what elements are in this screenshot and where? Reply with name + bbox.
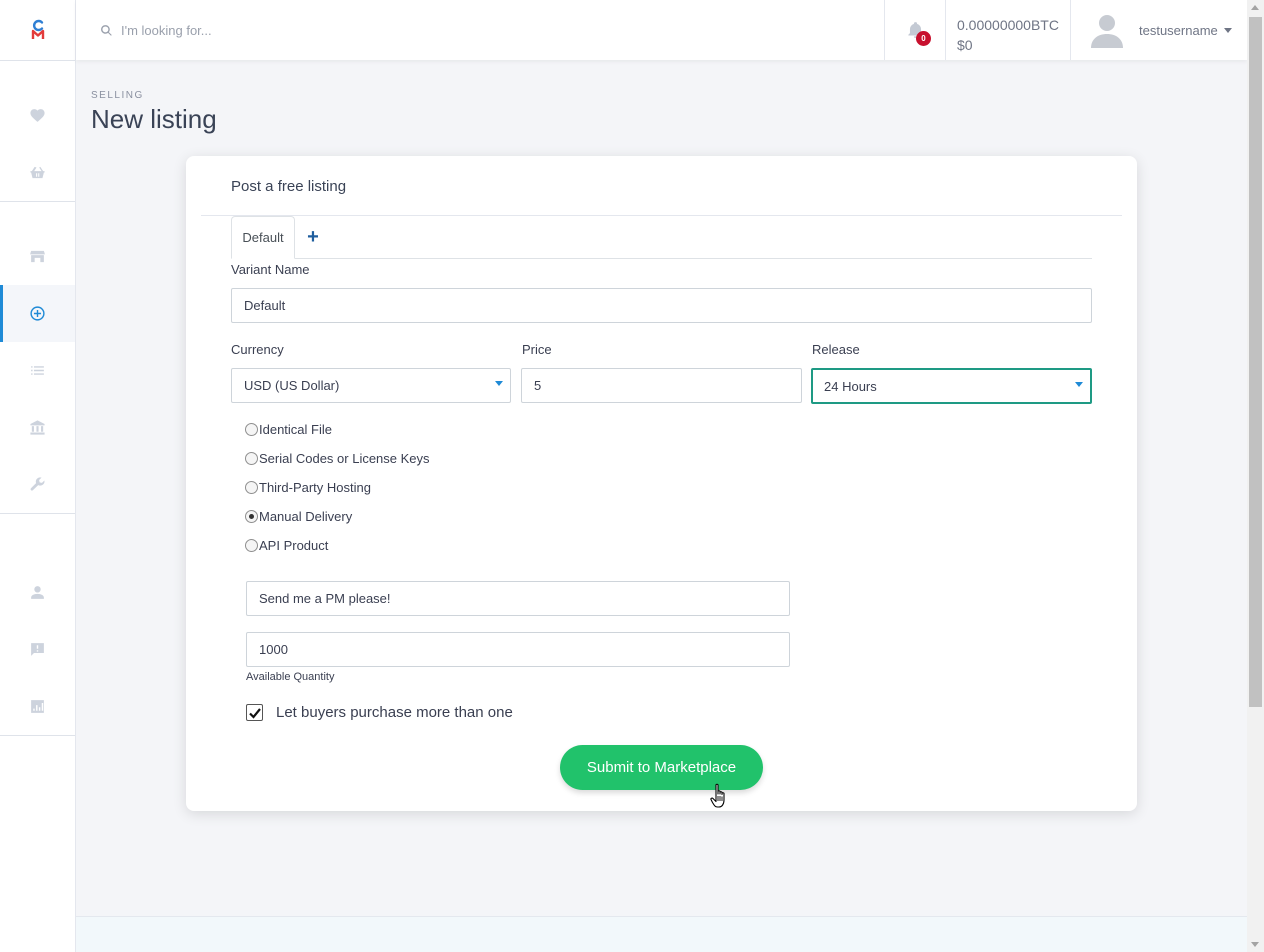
price-label: Price: [522, 342, 552, 357]
multi-purchase-checkbox[interactable]: [246, 704, 263, 721]
listing-form-card: Post a free listing Default + Variant Na…: [186, 156, 1137, 811]
radio-button[interactable]: [245, 452, 258, 465]
delivery-option-api-product[interactable]: API Product: [245, 538, 328, 553]
hand-cursor-icon: [710, 783, 725, 808]
search-input[interactable]: [121, 22, 521, 38]
delivery-option-label: API Product: [259, 538, 329, 553]
search-bar: [76, 0, 884, 60]
submit-to-marketplace-button[interactable]: Submit to Marketplace: [560, 745, 763, 790]
plus-circle-icon: [30, 306, 45, 321]
logo[interactable]: [0, 0, 75, 60]
bank-icon: [30, 420, 45, 435]
sidebar-item-tools[interactable]: [0, 456, 75, 513]
scroll-thumb[interactable]: [1249, 17, 1262, 707]
card-title: Post a free listing: [231, 178, 347, 195]
search-icon: [101, 24, 112, 36]
chevron-down-icon: [1223, 27, 1232, 33]
currency-select[interactable]: USD (US Dollar): [231, 368, 511, 403]
sidebar-divider: [0, 513, 75, 564]
release-select[interactable]: 24 Hours: [811, 368, 1092, 404]
list-icon: [31, 366, 44, 375]
delivery-option-label: Serial Codes or License Keys: [259, 451, 430, 466]
tab-default[interactable]: Default: [231, 216, 295, 259]
notifications-button[interactable]: 0: [884, 0, 945, 60]
scroll-up-arrow-icon[interactable]: [1251, 5, 1259, 10]
user-menu[interactable]: testusername: [1070, 0, 1247, 60]
manual-delivery-message-input[interactable]: Send me a PM please!: [246, 581, 790, 616]
multi-purchase-label: Let buyers purchase more than one: [276, 704, 513, 721]
topbar: 0 0.00000000BTC $0 testusername: [76, 0, 1247, 60]
chevron-down-icon: [495, 381, 503, 386]
basket-icon: [30, 166, 45, 179]
sidebar: [0, 0, 76, 952]
sidebar-item-listings[interactable]: [0, 342, 75, 399]
balance-usd: $0: [957, 37, 973, 53]
radio-button[interactable]: [245, 423, 258, 436]
page-scrollbar[interactable]: [1247, 0, 1264, 952]
sidebar-divider: [0, 60, 75, 87]
chart-icon: [31, 700, 44, 713]
delivery-option-label: Third-Party Hosting: [259, 480, 371, 495]
sidebar-item-messages[interactable]: [0, 621, 75, 678]
wallet-balance[interactable]: 0.00000000BTC $0: [945, 0, 1070, 60]
wrench-icon: [30, 477, 45, 491]
sidebar-item-stats[interactable]: [0, 678, 75, 735]
footer-band: [76, 916, 1247, 952]
release-label: Release: [812, 342, 860, 357]
multi-purchase-option[interactable]: Let buyers purchase more than one: [246, 704, 513, 721]
username: testusername: [1139, 22, 1218, 38]
delivery-option-identical-file[interactable]: Identical File: [245, 422, 332, 437]
notification-count-badge: 0: [916, 31, 931, 46]
store-icon: [30, 250, 45, 263]
chevron-down-icon: [1075, 382, 1083, 387]
page-overline: SELLING: [91, 90, 144, 101]
sidebar-item-profile[interactable]: [0, 564, 75, 621]
variant-name-input[interactable]: Default: [231, 288, 1092, 323]
sidebar-item-purchases[interactable]: [0, 144, 75, 201]
delivery-option-serial-codes[interactable]: Serial Codes or License Keys: [245, 451, 430, 466]
delivery-option-label: Identical File: [259, 422, 332, 437]
checkmark-icon: [248, 707, 261, 719]
heart-icon: [30, 109, 45, 122]
user-icon: [31, 586, 44, 599]
price-input[interactable]: 5: [521, 368, 802, 403]
quantity-label: Available Quantity: [246, 671, 335, 683]
release-value: 24 Hours: [824, 378, 877, 394]
radio-button[interactable]: [245, 539, 258, 552]
quantity-input[interactable]: 1000: [246, 632, 790, 667]
sidebar-item-new-listing[interactable]: [0, 285, 75, 342]
add-variant-button[interactable]: +: [303, 226, 323, 248]
delivery-option-third-party-hosting[interactable]: Third-Party Hosting: [245, 480, 371, 495]
page-title: New listing: [91, 104, 217, 134]
sidebar-item-bank[interactable]: [0, 399, 75, 456]
sidebar-item-favorites[interactable]: [0, 87, 75, 144]
avatar: [1091, 15, 1123, 48]
sidebar-divider: [0, 735, 75, 736]
balance-btc: 0.00000000BTC: [957, 17, 1059, 33]
delivery-option-manual-delivery[interactable]: Manual Delivery: [245, 509, 352, 524]
radio-button[interactable]: [245, 481, 258, 494]
logo-icon: [31, 19, 44, 39]
currency-label: Currency: [231, 342, 284, 357]
sidebar-item-store[interactable]: [0, 228, 75, 285]
variant-tabs: Default +: [231, 216, 1092, 259]
currency-value: USD (US Dollar): [244, 378, 340, 393]
scroll-down-arrow-icon[interactable]: [1251, 942, 1259, 947]
delivery-option-label: Manual Delivery: [259, 509, 353, 524]
chat-alert-icon: [31, 643, 44, 656]
variant-name-label: Variant Name: [231, 262, 310, 277]
radio-button-checked[interactable]: [245, 510, 258, 523]
sidebar-divider: [0, 201, 75, 228]
